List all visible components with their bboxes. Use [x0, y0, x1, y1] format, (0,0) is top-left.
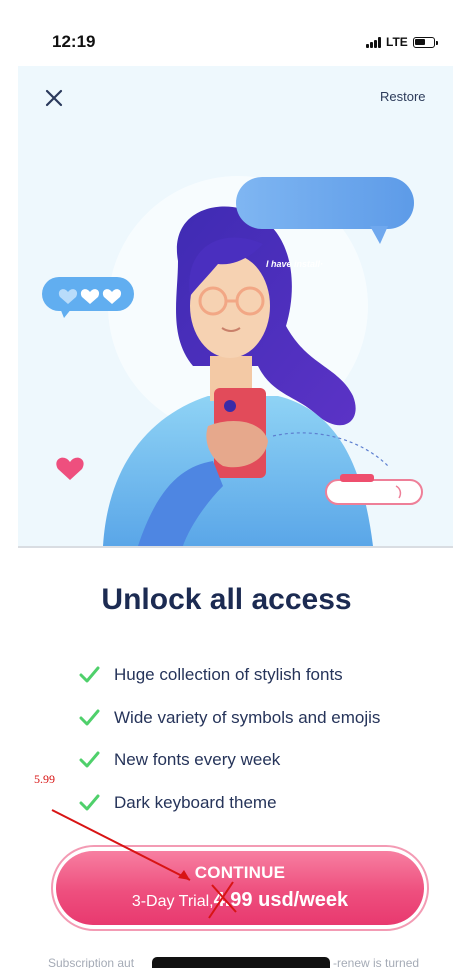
restore-button[interactable]: Restore	[380, 89, 426, 104]
woman-with-phone-illustration	[42, 176, 423, 546]
close-icon	[45, 89, 63, 107]
status-bar: 12:19 LTE	[0, 0, 453, 66]
price-annotation: 5.99	[34, 772, 55, 786]
home-indicator	[152, 957, 330, 968]
status-time: 12:19	[52, 32, 96, 51]
subscription-note-right: -renew is turned	[333, 956, 420, 968]
message-bubble-text: I have install·	[266, 259, 324, 269]
price-text: 4.99 usd/week	[213, 889, 349, 911]
feature-list: Huge collection of stylish fonts Wide va…	[78, 654, 438, 824]
continue-button[interactable]: CONTINUE 3-Day Trial, 4.99 usd/week	[56, 851, 424, 925]
feature-label: Huge collection of stylish fonts	[114, 665, 343, 685]
feature-item: Dark keyboard theme	[78, 782, 438, 825]
battery-icon	[412, 36, 438, 48]
network-type: LTE	[386, 35, 408, 49]
check-icon	[79, 751, 100, 768]
check-icon	[79, 666, 100, 683]
feature-label: Dark keyboard theme	[114, 792, 277, 812]
subscription-note-left: Subscription aut	[48, 956, 135, 968]
feature-label: New fonts every week	[114, 750, 281, 770]
continue-label: CONTINUE	[194, 863, 286, 882]
feature-item: Wide variety of symbols and emojis	[78, 697, 438, 740]
status-indicators: LTE	[366, 35, 438, 49]
close-button[interactable]	[42, 86, 66, 110]
feature-label: Wide variety of symbols and emojis	[114, 707, 381, 727]
feature-item: New fonts every week	[78, 739, 438, 782]
check-icon	[79, 794, 100, 811]
hero-divider	[18, 546, 453, 548]
battery-level	[414, 38, 425, 45]
cta-price-row: 3-Day Trial, 4.99 usd/week	[56, 889, 424, 912]
feature-item: Huge collection of stylish fonts	[78, 654, 438, 697]
page-title: Unlock all access	[101, 583, 352, 616]
trial-text: 3-Day Trial,	[131, 893, 214, 910]
signal-icon	[366, 36, 381, 48]
check-icon	[79, 709, 100, 726]
hero-illustration: I have install·	[18, 66, 453, 546]
